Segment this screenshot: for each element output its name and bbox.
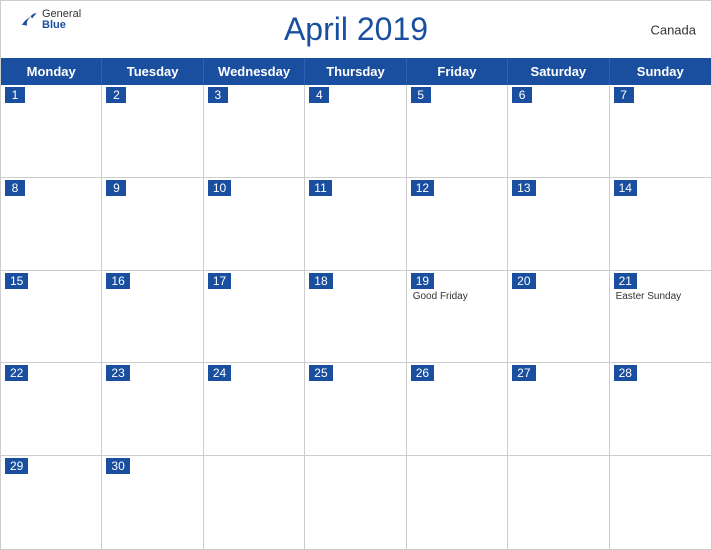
day-cell: 8 (1, 178, 102, 271)
day-header-thursday: Thursday (305, 58, 406, 85)
day-number: 17 (208, 273, 231, 289)
day-cell: 3 (204, 85, 305, 178)
day-number: 10 (208, 180, 231, 196)
day-cell: 20 (508, 271, 609, 364)
day-number: 18 (309, 273, 332, 289)
day-cell: 29 (1, 456, 102, 549)
day-cell (305, 456, 406, 549)
day-number: 19 (411, 273, 434, 289)
day-number: 22 (5, 365, 28, 381)
day-cell: 5 (407, 85, 508, 178)
day-cell: 4 (305, 85, 406, 178)
day-number: 8 (5, 180, 25, 196)
calendar-title: April 2019 (284, 11, 428, 48)
calendar-container: General Blue April 2019 Canada MondayTue… (0, 0, 712, 550)
day-cell (204, 456, 305, 549)
day-header-monday: Monday (1, 58, 102, 85)
day-cell: 26 (407, 363, 508, 456)
day-number: 27 (512, 365, 535, 381)
day-cell: 19 Good Friday (407, 271, 508, 364)
day-cell: 22 (1, 363, 102, 456)
day-number: 26 (411, 365, 434, 381)
days-header: MondayTuesdayWednesdayThursdayFridaySatu… (1, 58, 711, 85)
logo-blue: Blue (42, 20, 81, 31)
day-header-wednesday: Wednesday (204, 58, 305, 85)
day-cell: 9 (102, 178, 203, 271)
country-label: Canada (650, 22, 696, 37)
logo-bird-icon (16, 9, 38, 31)
calendar-header: General Blue April 2019 Canada (1, 1, 711, 58)
day-cell: 21 Easter Sunday (610, 271, 711, 364)
day-number: 23 (106, 365, 129, 381)
day-cell: 24 (204, 363, 305, 456)
day-cell (508, 456, 609, 549)
day-header-saturday: Saturday (508, 58, 609, 85)
logo-area: General Blue (16, 9, 81, 31)
day-number: 9 (106, 180, 126, 196)
day-number: 29 (5, 458, 28, 474)
day-event: Easter Sunday (614, 291, 707, 302)
day-number: 1 (5, 87, 25, 103)
day-cell: 23 (102, 363, 203, 456)
logo-text: General Blue (42, 9, 81, 31)
day-number: 28 (614, 365, 637, 381)
day-cell (610, 456, 711, 549)
day-cell: 11 (305, 178, 406, 271)
day-number: 5 (411, 87, 431, 103)
day-cell: 18 (305, 271, 406, 364)
day-number: 4 (309, 87, 329, 103)
day-cell: 2 (102, 85, 203, 178)
day-number: 20 (512, 273, 535, 289)
day-number: 15 (5, 273, 28, 289)
day-number: 11 (309, 180, 331, 196)
day-cell: 6 (508, 85, 609, 178)
day-cell: 25 (305, 363, 406, 456)
day-cell: 28 (610, 363, 711, 456)
day-cell: 12 (407, 178, 508, 271)
day-cell: 13 (508, 178, 609, 271)
day-number: 2 (106, 87, 126, 103)
day-header-friday: Friday (407, 58, 508, 85)
day-cell (407, 456, 508, 549)
day-cell: 16 (102, 271, 203, 364)
day-cell: 14 (610, 178, 711, 271)
day-number: 12 (411, 180, 434, 196)
day-number: 13 (512, 180, 535, 196)
day-number: 30 (106, 458, 129, 474)
day-cell: 30 (102, 456, 203, 549)
calendar-grid: 12345678910111213141516171819Good Friday… (1, 85, 711, 549)
day-header-sunday: Sunday (610, 58, 711, 85)
day-cell: 10 (204, 178, 305, 271)
day-number: 25 (309, 365, 332, 381)
day-number: 7 (614, 87, 634, 103)
day-event: Good Friday (411, 291, 503, 302)
day-cell: 7 (610, 85, 711, 178)
day-number: 24 (208, 365, 231, 381)
day-cell: 27 (508, 363, 609, 456)
day-cell: 1 (1, 85, 102, 178)
day-number: 3 (208, 87, 228, 103)
day-number: 14 (614, 180, 637, 196)
day-number: 6 (512, 87, 532, 103)
day-cell: 17 (204, 271, 305, 364)
day-number: 21 (614, 273, 637, 289)
day-number: 16 (106, 273, 129, 289)
day-cell: 15 (1, 271, 102, 364)
day-header-tuesday: Tuesday (102, 58, 203, 85)
